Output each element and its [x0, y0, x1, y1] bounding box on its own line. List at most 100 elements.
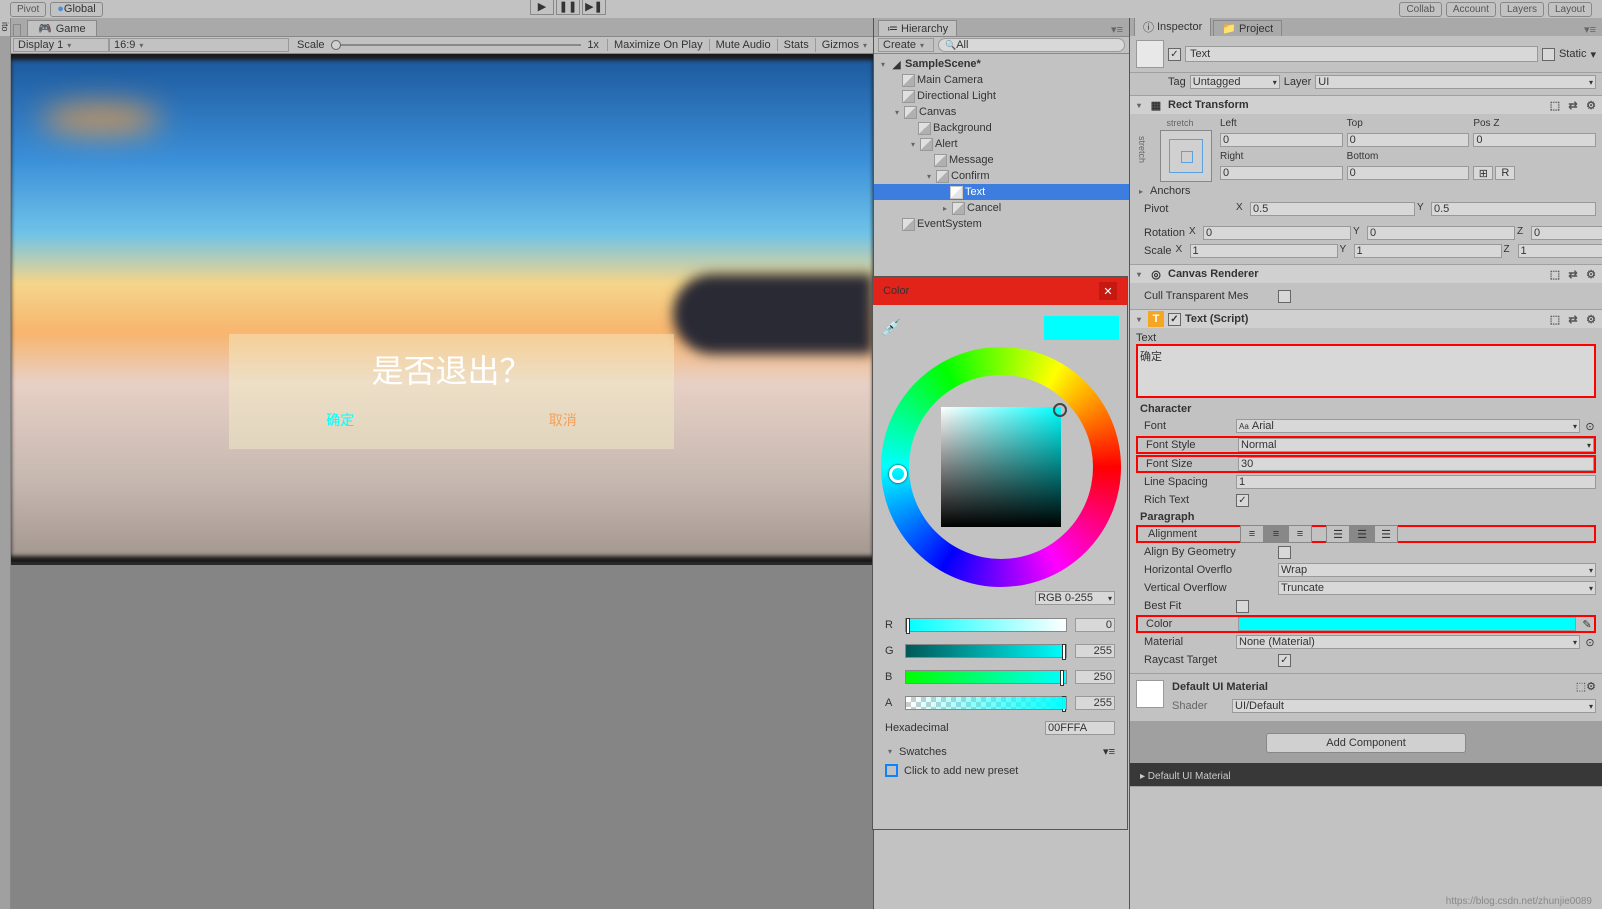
- material-field[interactable]: None (Material): [1236, 635, 1580, 649]
- g-slider[interactable]: [905, 644, 1067, 658]
- gizmos-toggle[interactable]: Gizmos: [815, 38, 873, 52]
- scale-slider[interactable]: [331, 44, 582, 46]
- voverflow-dropdown[interactable]: Truncate: [1278, 581, 1596, 595]
- tree-item-selected[interactable]: Text: [874, 184, 1129, 200]
- fontsize-input[interactable]: [1238, 457, 1594, 471]
- text-script-header[interactable]: ▾T ✓ Text (Script) ⬚⇄⚙: [1130, 310, 1602, 328]
- hex-input[interactable]: [1045, 721, 1115, 735]
- tree-item[interactable]: EventSystem: [874, 216, 1129, 232]
- canvas-renderer-header[interactable]: ▾◎ Canvas Renderer ⬚⇄⚙: [1130, 265, 1602, 283]
- richtext-checkbox[interactable]: ✓: [1236, 494, 1249, 507]
- tag-dropdown[interactable]: Untagged: [1190, 75, 1280, 89]
- dialog-cancel-button[interactable]: 取消: [549, 410, 577, 430]
- tree-item[interactable]: ▾Canvas: [874, 104, 1129, 120]
- gear-icon[interactable]: ⚙: [1584, 312, 1598, 326]
- font-picker-icon[interactable]: ⊙: [1584, 420, 1596, 433]
- rot-z[interactable]: [1531, 226, 1602, 240]
- layers-button[interactable]: Layers: [1500, 2, 1544, 17]
- swatches-label[interactable]: Swatches: [899, 746, 947, 758]
- name-input[interactable]: [1185, 46, 1538, 62]
- eyedropper-icon[interactable]: 💉: [881, 318, 901, 338]
- hierarchy-tab[interactable]: ≔Hierarchy: [878, 20, 957, 36]
- project-tab[interactable]: 📁Project: [1213, 20, 1282, 36]
- mute-toggle[interactable]: Mute Audio: [709, 39, 777, 51]
- linespacing-input[interactable]: [1236, 475, 1596, 489]
- collab-button[interactable]: Collab: [1399, 2, 1441, 17]
- swatches-menu-icon[interactable]: ▾≡: [1103, 745, 1115, 758]
- r-input[interactable]: [1075, 618, 1115, 632]
- r-slider[interactable]: [905, 618, 1067, 632]
- scene-row[interactable]: ▾◢SampleScene*: [874, 56, 1129, 72]
- fontstyle-dropdown[interactable]: Normal: [1238, 438, 1594, 452]
- top-input[interactable]: [1347, 133, 1470, 147]
- color-field[interactable]: [1238, 617, 1576, 631]
- gear-icon[interactable]: ⚙: [1584, 267, 1598, 281]
- hierarchy-search[interactable]: 🔍All: [938, 38, 1125, 52]
- preset-icon[interactable]: ⇄: [1566, 98, 1580, 112]
- b-input[interactable]: [1075, 670, 1115, 684]
- text-textarea[interactable]: 确定: [1136, 344, 1596, 398]
- tree-item[interactable]: ▸Cancel: [874, 200, 1129, 216]
- dialog-ok-button[interactable]: 确定: [326, 410, 354, 430]
- close-icon[interactable]: ✕: [1099, 282, 1117, 300]
- maximize-toggle[interactable]: Maximize On Play: [607, 39, 709, 51]
- pivot-button[interactable]: Pivot: [10, 2, 46, 17]
- tree-item[interactable]: ▾Confirm: [874, 168, 1129, 184]
- pause-button[interactable]: ❚❚: [556, 0, 580, 15]
- bottom-input[interactable]: [1347, 166, 1470, 180]
- raw-button[interactable]: R: [1495, 166, 1515, 180]
- aspect-select[interactable]: 16:9: [109, 38, 289, 52]
- layer-dropdown[interactable]: UI: [1315, 75, 1596, 89]
- rot-y[interactable]: [1367, 226, 1515, 240]
- rect-transform-header[interactable]: ▾▦ Rect Transform ⬚ ⇄ ⚙: [1130, 96, 1602, 114]
- tree-item[interactable]: ▾Alert: [874, 136, 1129, 152]
- display-select[interactable]: Display 1: [13, 38, 109, 52]
- game-tab[interactable]: 🎮Game: [27, 20, 97, 36]
- scale-z[interactable]: [1518, 244, 1602, 258]
- static-dropdown-icon[interactable]: ▾: [1590, 48, 1596, 61]
- tree-item[interactable]: Message: [874, 152, 1129, 168]
- left-tab[interactable]: ito: [0, 18, 10, 36]
- anchors-label[interactable]: Anchors: [1150, 185, 1190, 197]
- hoverflow-dropdown[interactable]: Wrap: [1278, 563, 1596, 577]
- rot-x[interactable]: [1203, 226, 1351, 240]
- a-input[interactable]: [1075, 696, 1115, 710]
- text-enable-checkbox[interactable]: ✓: [1168, 313, 1181, 326]
- tree-item[interactable]: Main Camera: [874, 72, 1129, 88]
- font-field[interactable]: Aa Arial: [1236, 419, 1580, 433]
- global-button[interactable]: ●Global: [50, 2, 102, 17]
- scale-x[interactable]: [1190, 244, 1338, 258]
- inspector-tab[interactable]: ⓘInspector: [1134, 18, 1211, 36]
- raycast-checkbox[interactable]: ✓: [1278, 654, 1291, 667]
- eyedropper-icon[interactable]: ✎: [1580, 618, 1594, 631]
- panel-menu-icon[interactable]: ▾≡: [1105, 23, 1129, 36]
- active-checkbox[interactable]: ✓: [1168, 48, 1181, 61]
- gear-icon[interactable]: ⚙: [1586, 680, 1596, 693]
- tree-item[interactable]: Directional Light: [874, 88, 1129, 104]
- tree-item[interactable]: Background: [874, 120, 1129, 136]
- color-mode-dropdown[interactable]: RGB 0-255: [1035, 591, 1115, 605]
- v-align[interactable]: ☰☰☰: [1326, 525, 1398, 543]
- scale-y[interactable]: [1354, 244, 1502, 258]
- panel-menu-icon[interactable]: ▾≡: [1578, 23, 1602, 36]
- play-button[interactable]: ▶: [530, 0, 554, 15]
- account-button[interactable]: Account: [1446, 2, 1496, 17]
- stats-toggle[interactable]: Stats: [777, 39, 815, 51]
- anchor-preset[interactable]: [1160, 130, 1212, 182]
- color-wheel[interactable]: [881, 347, 1121, 587]
- cull-checkbox[interactable]: [1278, 290, 1291, 303]
- left-input[interactable]: [1220, 133, 1343, 147]
- static-checkbox[interactable]: [1542, 48, 1555, 61]
- step-button[interactable]: ▶❚: [582, 0, 606, 15]
- pivot-y[interactable]: [1431, 202, 1596, 216]
- shader-dropdown[interactable]: UI/Default: [1232, 699, 1596, 713]
- gear-icon[interactable]: ⚙: [1584, 98, 1598, 112]
- b-slider[interactable]: [905, 670, 1067, 684]
- right-input[interactable]: [1220, 166, 1343, 180]
- aligngeom-checkbox[interactable]: [1278, 546, 1291, 559]
- add-preset-icon[interactable]: [885, 764, 898, 777]
- material-picker-icon[interactable]: ⊙: [1584, 636, 1596, 649]
- bestfit-checkbox[interactable]: [1236, 600, 1249, 613]
- add-component-button[interactable]: Add Component: [1266, 733, 1466, 753]
- blueprint-button[interactable]: ⊞: [1473, 166, 1493, 180]
